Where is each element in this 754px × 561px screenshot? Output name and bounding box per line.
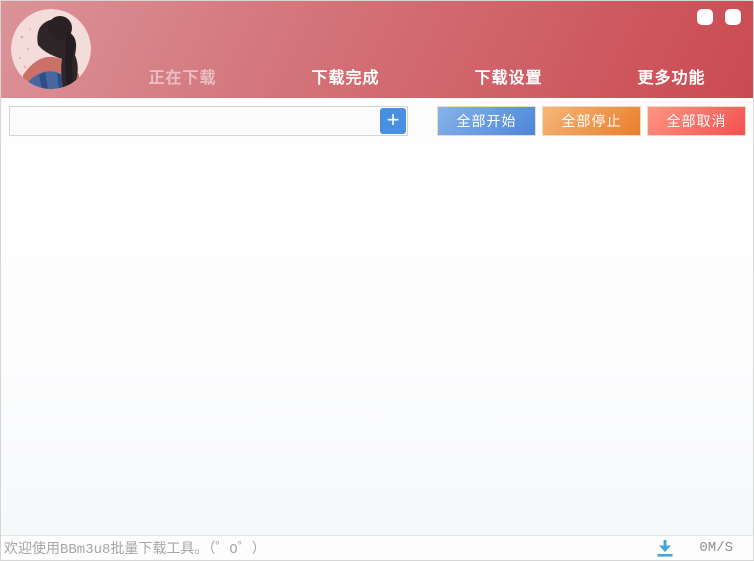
minimize-button[interactable] <box>697 9 713 25</box>
status-bar: 欢迎使用BBm3u8批量下载工具。（゜O゜） 0M/S <box>1 535 753 560</box>
url-input-wrap: + <box>9 106 408 136</box>
toolbar: + 全部开始 全部停止 全部取消 <box>1 98 753 144</box>
speed-value: 0M/S <box>699 540 733 556</box>
download-list-area <box>1 144 753 535</box>
bulk-action-buttons: 全部开始 全部停止 全部取消 <box>437 106 746 136</box>
start-all-button[interactable]: 全部开始 <box>437 106 536 136</box>
tab-completed[interactable]: 下载完成 <box>264 60 427 98</box>
app-header: 正在下载 下载完成 下载设置 更多功能 <box>1 1 753 98</box>
close-button[interactable] <box>725 9 741 25</box>
welcome-text: 欢迎使用BBm3u8批量下载工具。（゜O゜） <box>4 538 266 558</box>
app-window: 正在下载 下载完成 下载设置 更多功能 + 全部开始 全部停止 全部取消 欢迎使… <box>0 0 754 561</box>
tab-downloading[interactable]: 正在下载 <box>101 60 264 98</box>
stop-all-button[interactable]: 全部停止 <box>542 106 641 136</box>
avatar[interactable] <box>11 9 91 89</box>
url-input[interactable] <box>10 107 407 135</box>
tab-more-features[interactable]: 更多功能 <box>590 60 753 98</box>
nav-tabs: 正在下载 下载完成 下载设置 更多功能 <box>101 60 753 98</box>
download-arrow-icon <box>655 539 675 557</box>
tab-settings[interactable]: 下载设置 <box>427 60 590 98</box>
cancel-all-button[interactable]: 全部取消 <box>647 106 746 136</box>
speed-area: 0M/S <box>655 539 733 557</box>
window-controls <box>697 9 741 25</box>
add-task-button[interactable]: + <box>380 108 406 134</box>
avatar-illustration <box>11 9 91 89</box>
